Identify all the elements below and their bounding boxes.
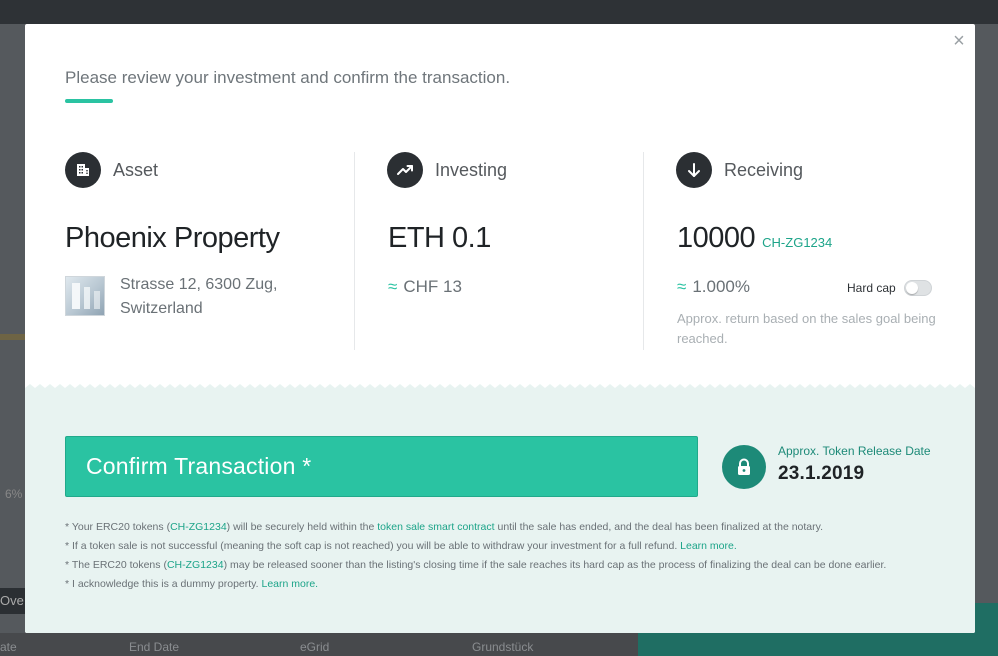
- token-link[interactable]: CH-ZG1234: [167, 559, 224, 571]
- release-date-value: 23.1.2019: [778, 463, 865, 484]
- investing-column: Investing: [387, 152, 507, 188]
- learn-more-link[interactable]: Learn more.: [680, 540, 737, 552]
- modal-intro: Please review your investment and confir…: [65, 68, 511, 87]
- receiving-title: Receiving: [724, 159, 804, 180]
- investing-title: Investing: [435, 159, 508, 180]
- intro-underline: [65, 99, 113, 103]
- background-tab: Ove: [0, 588, 25, 614]
- footnote: * The ERC20 tokens (CH-ZG1234) may be re…: [65, 559, 887, 571]
- arrow-down-icon: [676, 152, 712, 188]
- column-divider: [354, 152, 355, 350]
- return-note: Approx. return based on the sales goal b…: [677, 311, 936, 346]
- approx-symbol: ≈: [677, 277, 687, 296]
- footnote: * Your ERC20 tokens (CH-ZG1234) will be …: [65, 521, 824, 533]
- property-thumbnail: [65, 276, 105, 316]
- hardcap-label: Hard cap: [847, 281, 896, 295]
- background-bottom-item: eGrid: [300, 640, 330, 654]
- asset-title: Asset: [113, 159, 159, 180]
- asset-address: Strasse 12, 6300 Zug, Switzerland: [120, 276, 278, 317]
- token-link[interactable]: CH-ZG1234: [170, 521, 227, 533]
- release-date-label: Approx. Token Release Date: [778, 444, 931, 458]
- building-icon: [65, 152, 101, 188]
- asset-name: Phoenix Property: [65, 222, 280, 254]
- close-icon[interactable]: ×: [950, 31, 968, 51]
- receiving-amount: 10000: [677, 222, 756, 254]
- hardcap-control: Hard cap: [847, 280, 932, 296]
- confirm-section: Confirm Transaction * Approx. Token Rele…: [25, 384, 975, 633]
- receiving-amount-row: 10000 CH-ZG1234: [677, 222, 832, 255]
- background-left: [0, 24, 25, 634]
- column-divider: [643, 152, 644, 350]
- trending-up-icon: [387, 152, 423, 188]
- background-header: [0, 0, 998, 24]
- asset-column: Asset: [65, 152, 158, 188]
- smart-contract-link[interactable]: token sale smart contract: [377, 521, 494, 533]
- background-accent: [0, 334, 25, 340]
- hardcap-toggle[interactable]: [903, 280, 932, 296]
- token-code: CH-ZG1234: [762, 235, 833, 250]
- background-percent: 6%: [5, 487, 23, 501]
- toggle-knob: [905, 282, 918, 294]
- confirm-transaction-button[interactable]: Confirm Transaction *: [65, 436, 698, 497]
- footnotes: * Your ERC20 tokens (CH-ZG1234) will be …: [65, 518, 886, 594]
- receiving-approx-value: 1.000%: [692, 277, 751, 296]
- zigzag-edge: [25, 384, 975, 392]
- investing-amount: ETH 0.1: [388, 222, 491, 254]
- background-bottom-item: ate: [0, 640, 17, 654]
- background-right: [975, 24, 998, 634]
- footnote: * If a token sale is not successful (mea…: [65, 540, 737, 552]
- investing-approx-value: CHF 13: [403, 277, 462, 296]
- lock-icon: [722, 445, 766, 489]
- investing-approx: ≈ CHF 13: [388, 277, 462, 297]
- approx-symbol: ≈: [388, 277, 398, 296]
- confirm-transaction-modal: × Please review your investment and conf…: [25, 24, 975, 633]
- learn-more-link[interactable]: Learn more.: [261, 578, 318, 590]
- background-bottom-item: End Date: [129, 640, 180, 654]
- receiving-approx: ≈1.000%: [677, 277, 750, 297]
- footnote: * I acknowledge this is a dummy property…: [65, 578, 319, 590]
- receiving-column: Receiving: [676, 152, 803, 188]
- background-bottom-item: Grundstück: [472, 640, 534, 654]
